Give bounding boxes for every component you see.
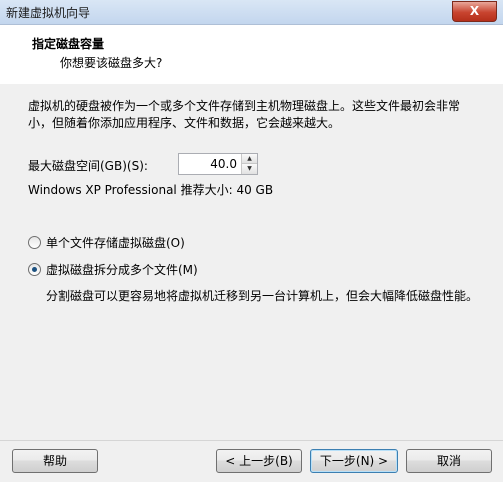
split-files-note: 分割磁盘可以更容易地将虚拟机迁移到另一台计算机上，但会大幅降低磁盘性能。 bbox=[46, 289, 479, 303]
cancel-button[interactable]: 取消 bbox=[406, 449, 492, 473]
stepper-up-icon[interactable]: ▲ bbox=[242, 154, 257, 164]
radio-single-file-label[interactable]: 单个文件存储虚拟磁盘(O) bbox=[46, 234, 185, 251]
wizard-window: 新建虚拟机向导 X 指定磁盘容量 你想要该磁盘多大? 虚拟机的硬盘被作为一个或多… bbox=[0, 0, 503, 482]
radio-split-files[interactable]: 虚拟磁盘拆分成多个文件(M) bbox=[28, 261, 198, 278]
stepper-down-icon[interactable]: ▼ bbox=[242, 164, 257, 174]
next-button[interactable]: 下一步(N) > bbox=[310, 449, 398, 473]
page-title: 指定磁盘容量 bbox=[32, 37, 105, 51]
window-title: 新建虚拟机向导 bbox=[6, 6, 91, 20]
disk-size-value[interactable]: 40.0 bbox=[210, 157, 237, 171]
radio-split-files-label[interactable]: 虚拟磁盘拆分成多个文件(M) bbox=[46, 261, 198, 278]
disk-size-label: 最大磁盘空间(GB)(S): bbox=[28, 159, 148, 173]
wizard-header: 指定磁盘容量 你想要该磁盘多大? bbox=[0, 25, 503, 84]
header-divider bbox=[0, 83, 503, 84]
radio-checked-icon[interactable] bbox=[28, 263, 41, 276]
back-button[interactable]: < 上一步(B) bbox=[216, 449, 302, 473]
radio-single-file[interactable]: 单个文件存储虚拟磁盘(O) bbox=[28, 234, 185, 251]
stepper-buttons: ▲ ▼ bbox=[241, 154, 257, 174]
title-bar: 新建虚拟机向导 X bbox=[0, 0, 503, 25]
recommended-size: Windows XP Professional 推荐大小: 40 GB bbox=[28, 183, 274, 197]
close-button[interactable]: X bbox=[452, 1, 497, 22]
disk-size-stepper[interactable]: 40.0 ▲ ▼ bbox=[178, 153, 258, 175]
page-subtitle: 你想要该磁盘多大? bbox=[60, 56, 163, 70]
footer-divider bbox=[0, 440, 503, 441]
description-text: 虚拟机的硬盘被作为一个或多个文件存储到主机物理磁盘上。这些文件最初会非常小，但随… bbox=[28, 99, 461, 130]
help-button[interactable]: 帮助 bbox=[12, 449, 98, 473]
radio-unchecked-icon[interactable] bbox=[28, 236, 41, 249]
